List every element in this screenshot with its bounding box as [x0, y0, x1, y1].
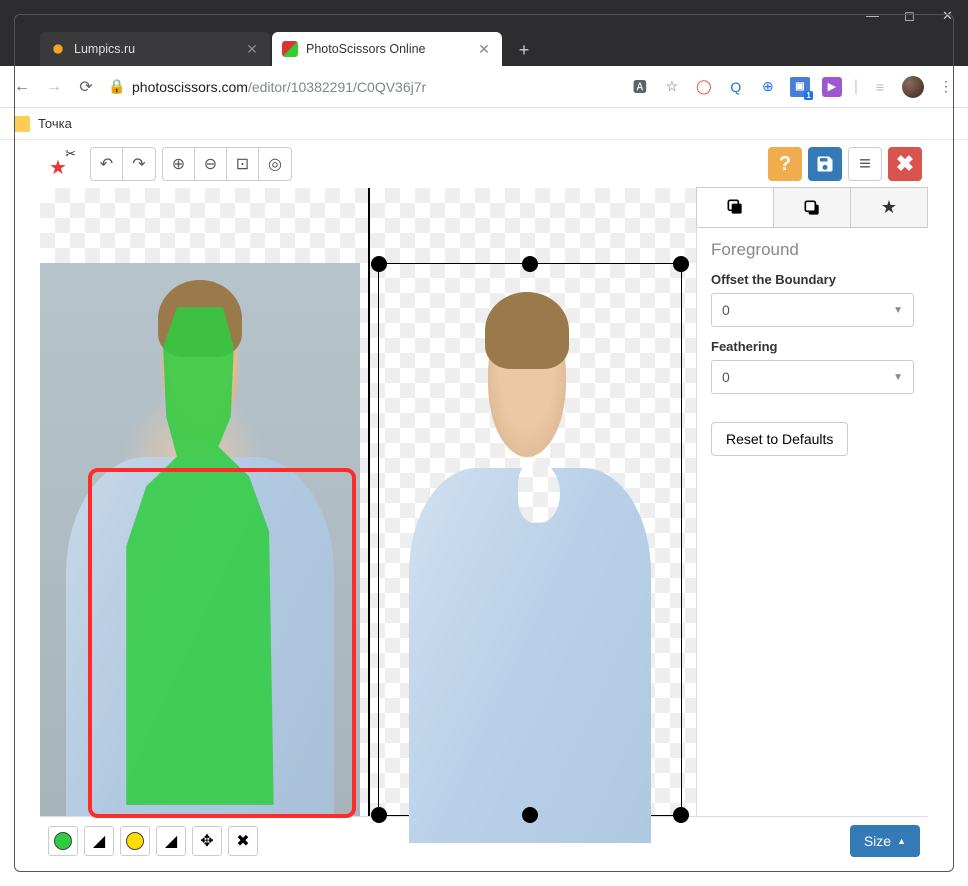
offset-select[interactable]: 0 — [711, 293, 914, 327]
browser-tab-lumpics[interactable]: Lumpics.ru ✕ — [40, 32, 270, 66]
source-pane[interactable] — [40, 188, 368, 816]
zoom-fit-button[interactable]: ⊡ — [227, 148, 259, 180]
opera-icon[interactable]: ◯ — [694, 77, 714, 97]
feather-select[interactable]: 0 — [711, 360, 914, 394]
url-text: photoscissors.com/editor/10382291/C0QV36… — [132, 79, 426, 95]
workspace: ★ Foreground Offset the Boundary 0 Feath… — [40, 188, 928, 816]
lock-icon: 🔒 — [108, 78, 124, 95]
source-image — [40, 263, 360, 816]
properties-panel: ★ Foreground Offset the Boundary 0 Feath… — [696, 188, 928, 816]
foreground-mask — [123, 307, 277, 805]
app-toolbar: ↶ ↷ ⊕ ⊖ ⊡ ◎ ? ≡ ✖ — [40, 140, 928, 188]
browser-tab-photoscissors[interactable]: PhotoScissors Online ✕ — [272, 32, 502, 66]
result-pane[interactable] — [368, 188, 696, 816]
app-menu-button[interactable]: ≡ — [848, 147, 882, 181]
browser-toolbar: ← → ⟳ 🔒 photoscissors.com/editor/1038229… — [0, 66, 968, 108]
nav-reload-button[interactable]: ⟳ — [76, 77, 96, 97]
tab-title: Lumpics.ru — [74, 42, 236, 56]
tab-close-icon[interactable]: ✕ — [476, 41, 492, 58]
panel-tab-background[interactable] — [773, 187, 851, 227]
reading-list-icon[interactable]: ≡ — [870, 77, 890, 97]
address-bar[interactable]: 🔒 photoscissors.com/editor/10382291/C0QV… — [108, 72, 618, 102]
extension-cube-icon[interactable]: ▣1 — [790, 77, 810, 97]
app-close-button[interactable]: ✖ — [888, 147, 922, 181]
panel-tab-foreground[interactable] — [696, 187, 774, 227]
window-close-icon[interactable]: ✕ — [942, 8, 956, 22]
favicon-icon — [50, 41, 66, 57]
green-dot-icon — [54, 832, 72, 850]
tab-title: PhotoScissors Online — [306, 42, 468, 56]
feather-value: 0 — [722, 369, 730, 385]
browser-tabstrip: Lumpics.ru ✕ PhotoScissors Online ✕ + — [0, 30, 968, 66]
url-path: /editor/10382291/C0QV36j7r — [248, 79, 426, 95]
photoscissors-app: ↶ ↷ ⊕ ⊖ ⊡ ◎ ? ≡ ✖ — [40, 140, 928, 864]
move-icon: ✥ — [200, 831, 213, 851]
bookmark-folder-icon — [14, 116, 30, 132]
nav-forward-button[interactable]: → — [44, 77, 64, 97]
clear-button[interactable]: ✖ — [228, 826, 258, 856]
search-icon[interactable]: Q — [726, 77, 746, 97]
result-image — [379, 264, 681, 815]
feather-label: Feathering — [711, 339, 914, 354]
mark-background-button[interactable] — [120, 826, 150, 856]
brush-size-button[interactable]: Size — [850, 825, 920, 857]
layers-outline-icon — [802, 198, 822, 218]
url-host: photoscissors.com — [132, 79, 248, 95]
tab-close-icon[interactable]: ✕ — [244, 41, 260, 58]
offset-value: 0 — [722, 302, 730, 318]
globe-icon[interactable]: ⊕ — [758, 77, 778, 97]
x-icon: ✖ — [236, 831, 249, 851]
canvas-area[interactable] — [40, 188, 696, 816]
zoom-actual-button[interactable]: ◎ — [259, 148, 291, 180]
eraser-icon: ◢ — [165, 831, 177, 851]
crop-handle[interactable] — [371, 256, 387, 272]
new-tab-button[interactable]: + — [510, 38, 538, 66]
panel-tab-effects[interactable]: ★ — [850, 187, 928, 227]
erase-foreground-button[interactable]: ◢ — [84, 826, 114, 856]
reset-defaults-button[interactable]: Reset to Defaults — [711, 422, 848, 456]
crop-handle[interactable] — [371, 807, 387, 823]
extension-ad-icon[interactable]: ▶ — [822, 77, 842, 97]
help-button[interactable]: ? — [768, 147, 802, 181]
move-button[interactable]: ✥ — [192, 826, 222, 856]
eraser-icon: ◢ — [93, 831, 105, 851]
erase-background-button[interactable]: ◢ — [156, 826, 186, 856]
panel-heading: Foreground — [711, 240, 914, 260]
undo-button[interactable]: ↶ — [91, 148, 123, 180]
window-maximize-icon[interactable]: ◻ — [904, 8, 918, 22]
save-button[interactable] — [808, 147, 842, 181]
crop-bounds[interactable] — [378, 263, 682, 816]
bookmarks-bar: Точка — [0, 108, 968, 140]
bookmark-star-icon[interactable]: ☆ — [662, 77, 682, 97]
floppy-icon — [815, 154, 835, 174]
zoom-in-button[interactable]: ⊕ — [163, 148, 195, 180]
size-label: Size — [864, 833, 891, 849]
layers-filled-icon — [725, 197, 745, 217]
crop-handle[interactable] — [673, 256, 689, 272]
bookmark-item[interactable]: Точка — [38, 116, 72, 131]
redo-button[interactable]: ↷ — [123, 148, 155, 180]
profile-avatar[interactable] — [902, 76, 924, 98]
window-minimize-icon[interactable]: — — [866, 8, 880, 22]
star-icon: ★ — [881, 197, 897, 218]
crop-handle[interactable] — [673, 807, 689, 823]
browser-menu-icon[interactable]: ⋮ — [936, 77, 956, 97]
nav-back-button[interactable]: ← — [12, 77, 32, 97]
crop-handle[interactable] — [522, 807, 538, 823]
yellow-dot-icon — [126, 832, 144, 850]
crop-handle[interactable] — [522, 256, 538, 272]
zoom-out-button[interactable]: ⊖ — [195, 148, 227, 180]
favicon-icon — [282, 41, 298, 57]
translate-icon[interactable]: 🅰 — [630, 77, 650, 97]
mark-foreground-button[interactable] — [48, 826, 78, 856]
window-titlebar: — ◻ ✕ — [0, 0, 968, 30]
offset-label: Offset the Boundary — [711, 272, 914, 287]
app-logo-icon[interactable] — [46, 148, 78, 180]
